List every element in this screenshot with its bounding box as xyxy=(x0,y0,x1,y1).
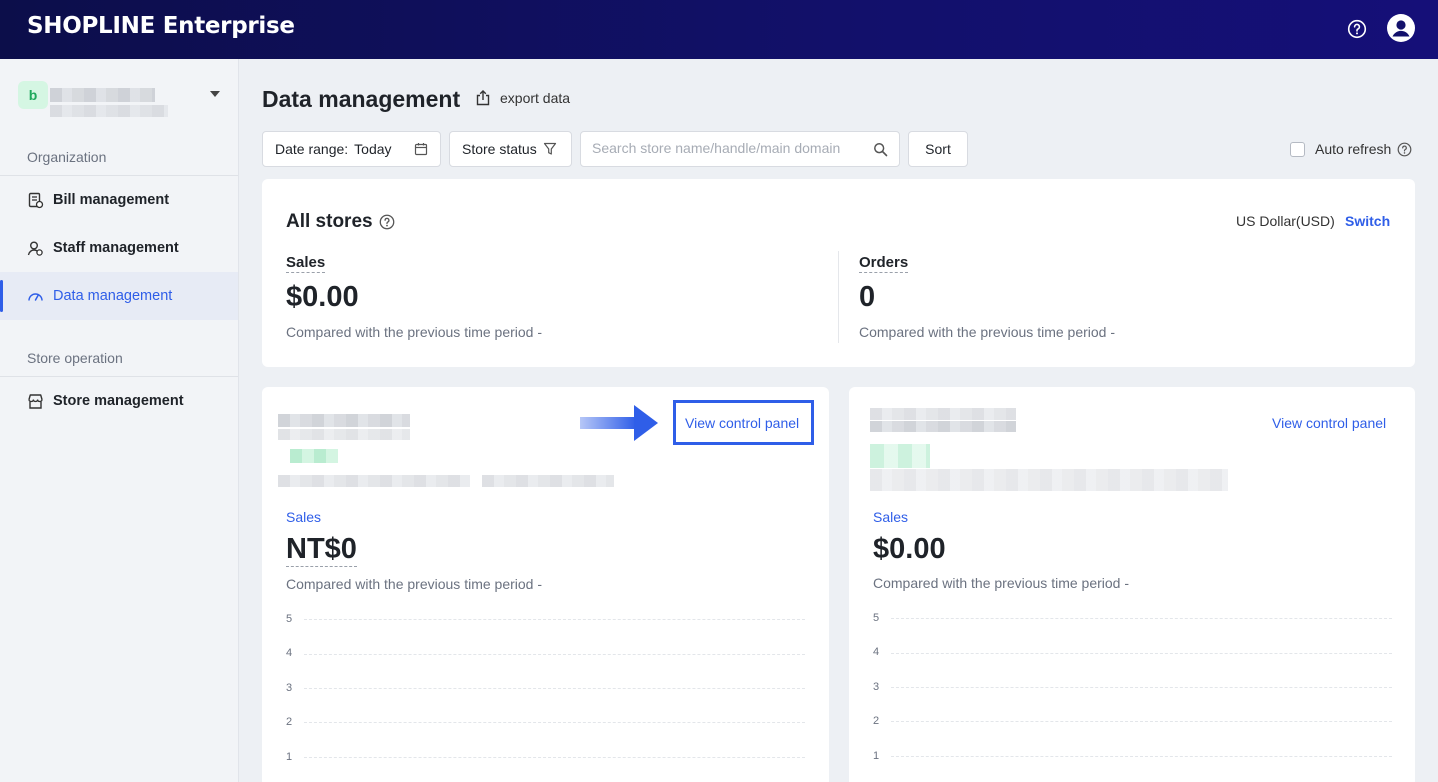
gridline xyxy=(304,619,805,620)
y-tick-label: 3 xyxy=(286,682,293,694)
orders-value: 0 xyxy=(859,281,876,313)
search-icon[interactable] xyxy=(873,142,888,157)
gridline xyxy=(891,653,1392,654)
sidebar-item-label: Bill management xyxy=(53,192,170,208)
brand-logo[interactable]: SHOPLINE Enterprise xyxy=(27,13,295,39)
section-label-store-operation: Store operation xyxy=(27,350,123,366)
y-tick-label: 2 xyxy=(286,716,293,728)
store-status-filter[interactable]: Store status xyxy=(449,131,572,167)
store-icon xyxy=(28,393,43,409)
store-search-field[interactable] xyxy=(580,131,900,167)
sort-button[interactable]: Sort xyxy=(908,131,968,167)
sidebar-item-bill-management[interactable]: Bill management xyxy=(0,176,238,224)
all-stores-title-text: All stores xyxy=(286,211,373,232)
help-circle-icon[interactable] xyxy=(379,214,395,230)
sort-label: Sort xyxy=(925,141,951,157)
help-circle-icon[interactable] xyxy=(1347,19,1367,39)
help-circle-icon[interactable] xyxy=(1397,142,1412,157)
page-title: Data management xyxy=(262,86,461,112)
organization-switcher[interactable]: b xyxy=(18,79,228,119)
auto-refresh-label: Auto refresh xyxy=(1315,141,1392,157)
sales-label: Sales xyxy=(286,254,326,273)
sidebar-item-staff-management[interactable]: Staff management xyxy=(0,224,238,272)
y-tick-label: 4 xyxy=(873,646,880,658)
all-stores-title: All stores xyxy=(286,211,395,233)
sales-value: $0.00 xyxy=(286,281,359,313)
search-input[interactable] xyxy=(592,140,862,156)
sidebar-item-label: Staff management xyxy=(53,240,179,256)
sidebar: b Organization Bill management Staff man… xyxy=(0,59,239,782)
store-sales-chart: 5 4 3 2 1 xyxy=(262,387,829,782)
metric-divider xyxy=(838,251,839,343)
export-icon xyxy=(476,90,490,106)
dashboard-gauge-icon xyxy=(28,292,43,301)
filter-funnel-icon xyxy=(543,142,556,155)
user-avatar-icon[interactable] xyxy=(1387,14,1415,42)
export-data-label: export data xyxy=(500,90,571,106)
gridline xyxy=(891,618,1392,619)
sales-compare: Compared with the previous time period - xyxy=(286,324,543,340)
sidebar-item-store-management[interactable]: Store management xyxy=(0,377,238,425)
store-card: View control panel Sales NT$0 Compared w… xyxy=(262,387,829,782)
view-control-panel-highlight xyxy=(673,400,814,445)
y-tick-label: 5 xyxy=(286,613,293,625)
store-status-label: Store status xyxy=(462,141,537,157)
y-tick-label: 5 xyxy=(873,612,880,624)
y-tick-label: 4 xyxy=(286,647,293,659)
gridline xyxy=(304,654,805,655)
section-label-organization: Organization xyxy=(27,149,107,165)
date-range-label: Date range: xyxy=(275,141,349,157)
export-data-button[interactable]: export data xyxy=(474,89,570,107)
gridline xyxy=(304,722,805,723)
y-tick-label: 1 xyxy=(286,751,293,763)
sidebar-item-label: Store management xyxy=(53,393,184,409)
y-tick-label: 1 xyxy=(873,750,880,762)
orders-compare: Compared with the previous time period - xyxy=(859,324,1116,340)
gridline xyxy=(891,721,1392,722)
date-range-value: Today xyxy=(354,141,392,157)
top-bar: SHOPLINE Enterprise xyxy=(0,0,1438,59)
calendar-icon xyxy=(414,143,428,156)
orders-label: Orders xyxy=(859,254,909,273)
chevron-down-icon[interactable] xyxy=(210,91,220,97)
currency-label: US Dollar(USD) xyxy=(1236,213,1335,229)
y-tick-label: 3 xyxy=(873,681,880,693)
y-tick-label: 2 xyxy=(873,715,880,727)
organization-subtitle-redacted xyxy=(50,105,168,117)
switch-currency-link[interactable]: Switch xyxy=(1345,213,1390,229)
all-stores-card: All stores US Dollar(USD) Switch Sales $… xyxy=(262,179,1415,367)
date-range-picker[interactable]: Date range: Today xyxy=(262,131,441,167)
staff-icon xyxy=(27,241,43,256)
store-sales-chart: 5 4 3 2 1 xyxy=(849,387,1415,782)
store-card: View control panel Sales $0.00 Compared … xyxy=(849,387,1415,782)
organization-name-redacted xyxy=(50,88,155,102)
auto-refresh-toggle[interactable]: Auto refresh xyxy=(1290,141,1412,157)
sidebar-item-label: Data management xyxy=(53,288,173,304)
auto-refresh-checkbox[interactable] xyxy=(1290,141,1305,157)
sidebar-item-data-management[interactable]: Data management xyxy=(0,272,238,320)
gridline xyxy=(891,687,1392,688)
gridline xyxy=(304,688,805,689)
organization-badge: b xyxy=(18,81,48,109)
bill-icon xyxy=(28,192,44,208)
gridline xyxy=(304,757,805,758)
gridline xyxy=(891,756,1392,757)
